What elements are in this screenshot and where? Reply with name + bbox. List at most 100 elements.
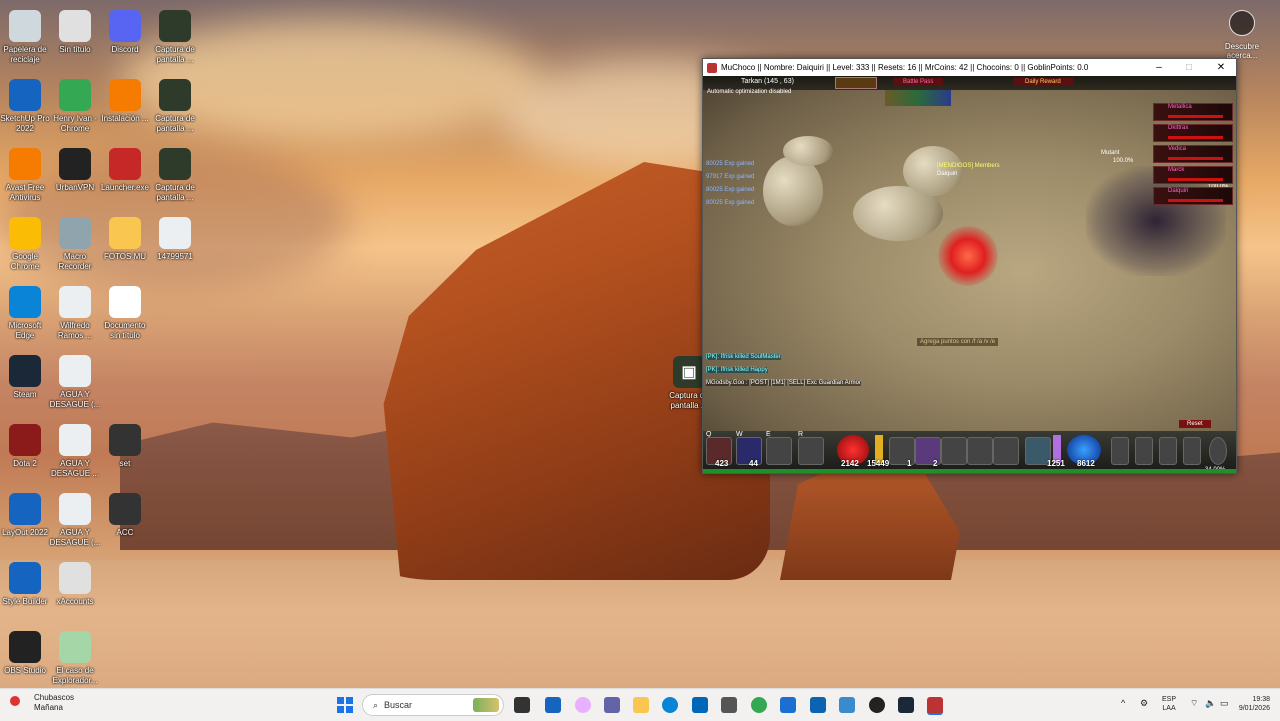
search-icon: ⌕ <box>373 699 379 710</box>
app-taskbar-icon[interactable] <box>780 697 796 713</box>
outlook-icon[interactable] <box>810 697 826 713</box>
screenshot-icon <box>159 148 191 180</box>
party-member[interactable]: Metallica <box>1153 103 1233 121</box>
menu-slot[interactable] <box>1183 437 1201 465</box>
minimize-button[interactable]: – <box>1144 59 1174 76</box>
hp-potion-count: 423 <box>715 459 729 468</box>
game-viewport[interactable]: Tarkan (145 , 63) Automatic optimization… <box>703 76 1236 431</box>
party-member[interactable]: Marck <box>1153 166 1233 184</box>
desktop-icon[interactable]: AGUA Y DESAGUE (... <box>46 355 104 410</box>
chrome-icon <box>9 217 41 249</box>
party-member-name: Metallica <box>1168 104 1192 110</box>
window-titlebar[interactable]: MuChoco || Nombre: Daiquiri || Level: 33… <box>703 59 1236 76</box>
weather-icon <box>10 696 20 706</box>
teams-icon[interactable] <box>604 697 620 713</box>
chrome-icon <box>59 79 91 111</box>
desktop-icon[interactable]: El caso de Explorador... <box>46 631 104 686</box>
steam-icon <box>9 355 41 387</box>
desktop-icon[interactable]: Captura de pantalla ... <box>146 148 204 203</box>
avast-icon <box>9 148 41 180</box>
edge-taskbar-icon[interactable] <box>662 697 678 713</box>
task-view-icon[interactable] <box>514 697 530 713</box>
copilot-icon[interactable] <box>575 697 591 713</box>
skill-slot[interactable] <box>993 437 1019 465</box>
edge-icon <box>9 286 41 318</box>
desktop-icon-label: Captura de pantalla ... <box>155 114 195 133</box>
clock[interactable]: 19:38 9/01/2026 <box>1234 695 1270 713</box>
hp-value: 2142 <box>841 459 859 468</box>
desktop-icon[interactable]: xAccounts <box>46 562 104 607</box>
daily-reward-button[interactable]: Daily Reward <box>1013 78 1073 86</box>
taskbar-search[interactable]: ⌕ Buscar <box>362 694 504 716</box>
game-window[interactable]: MuChoco || Nombre: Daiquiri || Level: 33… <box>702 58 1237 474</box>
language-indicator[interactable]: ESP LAA <box>1162 695 1176 713</box>
desktop-icon[interactable]: Captura de pantalla ... <box>146 10 204 65</box>
desktop-icon[interactable]: 14799571 <box>146 217 204 262</box>
party-member[interactable]: Daiquiri <box>1153 187 1233 205</box>
chrome-taskbar-icon[interactable] <box>751 697 767 713</box>
menu-slot[interactable] <box>1111 437 1129 465</box>
file-explorer-icon[interactable] <box>633 697 649 713</box>
exp-log-line: 80025 Exp gained <box>706 200 755 206</box>
start-button[interactable] <box>337 697 353 713</box>
document-icon <box>59 631 91 663</box>
desktop-icon-label: El caso de Explorador... <box>52 666 98 685</box>
skill-slot[interactable] <box>967 437 993 465</box>
maximize-button[interactable]: □ <box>1174 59 1204 76</box>
wifi-icon[interactable]: ⌔ <box>1190 699 1198 708</box>
menu-slot[interactable] <box>1135 437 1153 465</box>
exp-log-line: 80025 Exp gained <box>706 161 755 167</box>
party-member-hp-bar <box>1168 178 1223 181</box>
screenshot-icon: ▣ <box>673 356 705 388</box>
buff-icons <box>885 90 951 106</box>
power-icon[interactable] <box>1209 437 1227 465</box>
desktop-icon[interactable]: ACC <box>96 493 154 538</box>
menu-slot[interactable] <box>1159 437 1177 465</box>
party-member-name: Daiquiri <box>1168 188 1189 194</box>
monster-name: Mutant <box>1101 150 1120 156</box>
item-slot[interactable] <box>798 437 824 465</box>
party-member[interactable]: Vedica <box>1153 145 1233 163</box>
tray-app-icon[interactable]: ⚙ <box>1140 699 1148 708</box>
document-icon <box>59 286 91 318</box>
desktop-icon[interactable]: Documento sin título <box>96 286 154 341</box>
reset-button[interactable]: Reset <box>1179 420 1211 428</box>
weather-widget[interactable]: Chubascos Mañana <box>10 693 74 713</box>
obs-taskbar-icon[interactable] <box>869 697 885 713</box>
battery-icon[interactable]: ▭ <box>1220 699 1229 708</box>
steam-taskbar-icon[interactable] <box>898 697 914 713</box>
hp-max: 15449 <box>867 459 890 468</box>
search-placeholder: Buscar <box>384 700 413 710</box>
discover-widget[interactable]: Descubre acerca... <box>1220 10 1264 60</box>
party-member[interactable]: Dkittrax <box>1153 124 1233 142</box>
party-member-hp-bar <box>1168 115 1223 118</box>
desktop-icon[interactable]: set <box>96 424 154 469</box>
party-panel[interactable]: Metallica Dkittrax Vedica Marck Daiquiri <box>1153 103 1233 208</box>
muchoco-taskbar-icon[interactable] <box>927 697 943 715</box>
close-button[interactable]: ✕ <box>1206 59 1236 76</box>
macro-recorder-icon <box>59 217 91 249</box>
desktop-icon[interactable]: Captura de pantalla ... <box>146 79 204 134</box>
xaccounts-icon <box>59 562 91 594</box>
boulder <box>783 136 833 166</box>
item-slot[interactable] <box>766 437 792 465</box>
chevron-up-icon[interactable]: ^ <box>1121 699 1125 708</box>
skill-slot[interactable] <box>941 437 967 465</box>
clock-time: 19:38 <box>1252 696 1270 703</box>
menu-buttons[interactable] <box>835 77 877 89</box>
chat-line: [PK]: Ifrisk killed Happy <box>706 367 768 373</box>
taskbar: Chubascos Mañana ⌕ Buscar ^ ⚙ ESP LAA ⌔ … <box>0 688 1280 721</box>
store-icon[interactable] <box>692 697 708 713</box>
calculator-icon[interactable] <box>721 697 737 713</box>
location-text: Tarkan (145 , 63) <box>741 78 794 85</box>
battle-pass-button[interactable]: Battle Pass <box>893 78 944 86</box>
skill-hotbar[interactable]: Q W E R 423 44 2142 15449 1 2 1251 8612 <box>703 431 1236 473</box>
launcher-icon <box>109 148 141 180</box>
app-icon <box>707 62 717 73</box>
snipping-tool-icon[interactable] <box>839 697 855 713</box>
player-character[interactable] <box>938 226 998 286</box>
document-icon <box>59 424 91 456</box>
monster-hp: 100.0% <box>1113 158 1134 164</box>
sketchup-taskbar-icon[interactable] <box>545 697 561 713</box>
volume-icon[interactable]: 🔈 <box>1205 699 1216 708</box>
